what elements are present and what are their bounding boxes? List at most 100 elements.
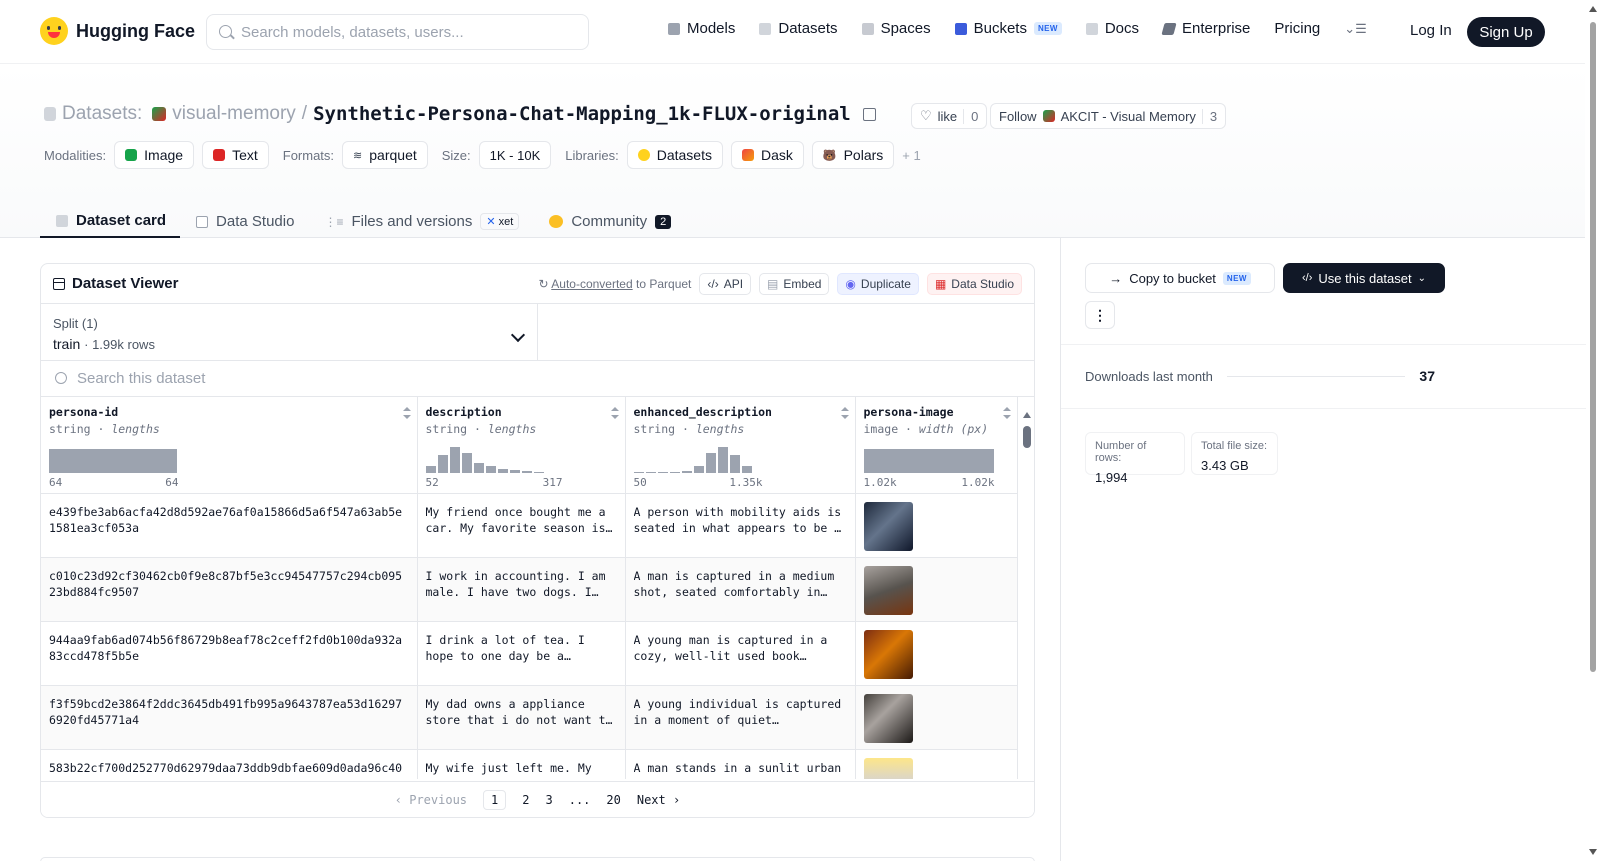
next-page-button[interactable]: Next › [637, 793, 680, 807]
follow-org-button[interactable]: Follow AKCIT - Visual Memory 3 [990, 103, 1227, 129]
scrollbar-thumb[interactable] [1023, 426, 1031, 448]
sort-icon[interactable] [610, 407, 619, 419]
cell-enhanced-description[interactable]: A man is captured in a medium shot, seat… [625, 557, 856, 622]
tag-image[interactable]: Image [114, 141, 195, 169]
data-studio-button[interactable]: ▦ Data Studio [926, 272, 1022, 295]
page-20-button[interactable]: 20 [606, 793, 620, 807]
cell-persona-image[interactable] [855, 557, 1018, 622]
tag-polars[interactable]: 🐻 Polars [811, 141, 895, 169]
modalities-label: Modalities: [44, 147, 107, 163]
cell-description[interactable]: I work in accounting. I am male. I have … [417, 557, 626, 622]
repo-name[interactable]: Synthetic-Persona-Chat-Mapping_1k-FLUX-o… [313, 103, 851, 125]
column-header-persona-id[interactable]: persona-id string · lengths 64 64 [41, 397, 418, 494]
page-1-button[interactable]: 1 [483, 789, 507, 810]
persona-image-thumbnail[interactable] [863, 757, 913, 779]
tag-datasets-lib[interactable]: Datasets [626, 141, 723, 169]
column-header-description[interactable]: description string · lengths 52 317 [417, 397, 626, 494]
copy-icon[interactable] [862, 107, 876, 121]
datasets-icon [759, 22, 772, 35]
scroll-down-icon[interactable] [1589, 849, 1597, 855]
sort-icon[interactable] [402, 407, 411, 419]
cell-enhanced-description[interactable]: A young man is captured in a cozy, well-… [625, 621, 856, 686]
like-button[interactable]: ♡ like 0 [911, 103, 988, 129]
nav-docs[interactable]: Docs [1085, 20, 1139, 37]
cell-persona-image[interactable] [855, 493, 1018, 558]
nav-more-menu[interactable]: ⌄☰ [1344, 21, 1367, 37]
cell-persona-id[interactable]: f3f59bcd2e3864f2ddc3645db491fb995a964378… [41, 685, 418, 750]
viewer-title: Dataset Viewer [53, 275, 178, 292]
nav-models[interactable]: Models [668, 20, 735, 37]
copy-to-bucket-button[interactable]: → Copy to bucket NEW [1085, 263, 1275, 293]
cell-persona-image[interactable] [855, 621, 1018, 686]
cell-persona-id[interactable]: e439fbe3ab6acfa42d8d592ae76af0a15866d5a6… [41, 493, 418, 558]
datasets-label[interactable]: Datasets: [62, 103, 142, 125]
data-table-wrapper: persona-id string · lengths 64 64 descrip… [41, 397, 1034, 779]
global-search-input[interactable]: Search models, datasets, users... [206, 14, 589, 50]
table-row[interactable]: 944aa9fab6ad074b56f86729b8eaf78c2ceff2fd… [41, 621, 1018, 686]
nav-spaces[interactable]: Spaces [861, 20, 931, 37]
previous-page-button[interactable]: ‹ Previous [395, 793, 467, 807]
org-name[interactable]: visual-memory [172, 103, 296, 125]
scrollbar-thumb[interactable] [1590, 22, 1596, 672]
tag-text[interactable]: Text [202, 141, 269, 169]
cell-enhanced-description[interactable]: A man stands in a sunlit urban [625, 749, 856, 779]
cell-persona-image[interactable] [855, 749, 1018, 779]
more-libraries[interactable]: + 1 [902, 148, 920, 163]
cell-persona-id[interactable]: 944aa9fab6ad074b56f86729b8eaf78c2ceff2fd… [41, 621, 418, 686]
duplicate-button[interactable]: ◉ Duplicate [837, 272, 919, 295]
tag-dask[interactable]: Dask [730, 141, 804, 169]
cell-persona-id[interactable]: 583b22cf700d252770d62979daa73ddb9dbfae60… [41, 749, 418, 779]
tab-community[interactable]: Community 2 [533, 196, 685, 238]
dataset-search-input[interactable]: Search this dataset [41, 361, 1034, 397]
tab-files-versions[interactable]: ⋮≡ Files and versions ✕ xet [308, 196, 533, 238]
signup-button[interactable]: Sign Up [1467, 17, 1545, 47]
scroll-up-icon[interactable] [1023, 412, 1031, 418]
cell-description[interactable]: My wife just left me. My [417, 749, 626, 779]
cell-description[interactable]: My friend once bought me a car. My favor… [417, 493, 626, 558]
embed-button[interactable]: ▤ Embed [759, 272, 830, 295]
cell-persona-id[interactable]: c010c23d92cf30462cb0f9e8c87bf5e3cc945477… [41, 557, 418, 622]
sort-icon[interactable] [840, 407, 849, 419]
page-ellipsis: ... [568, 792, 591, 807]
more-options-button[interactable]: ⋮ [1085, 301, 1115, 329]
auto-converted-link[interactable]: Auto-converted [551, 277, 632, 291]
persona-image-thumbnail[interactable] [863, 565, 913, 615]
tag-size[interactable]: 1K - 10K [478, 141, 552, 169]
tab-dataset-card[interactable]: Dataset card [40, 196, 181, 238]
cell-enhanced-description[interactable]: A young individual is captured in a mome… [625, 685, 856, 750]
code-icon: ‹/› [707, 276, 719, 291]
api-button[interactable]: ‹/› API [699, 272, 752, 295]
nav-buckets[interactable]: Buckets NEW [954, 20, 1062, 37]
table-row[interactable]: 583b22cf700d252770d62979daa73ddb9dbfae60… [41, 749, 1018, 779]
page-3-button[interactable]: 3 [545, 793, 552, 807]
page-2-button[interactable]: 2 [522, 793, 529, 807]
tag-parquet[interactable]: ≋ parquet [342, 141, 428, 169]
cell-persona-image[interactable] [855, 685, 1018, 750]
histogram-bar [657, 471, 668, 473]
brand-logo[interactable]: Hugging Face [40, 17, 195, 45]
tab-data-studio[interactable]: Data Studio [180, 196, 308, 238]
cell-description[interactable]: I drink a lot of tea. I hope to one day … [417, 621, 626, 686]
nav-pricing[interactable]: Pricing [1274, 20, 1320, 37]
code-icon: ‹/› [1302, 272, 1313, 284]
persona-image-thumbnail[interactable] [863, 693, 913, 743]
login-link[interactable]: Log In [1410, 22, 1452, 39]
persona-image-thumbnail[interactable] [863, 629, 913, 679]
nav-enterprise[interactable]: Enterprise [1161, 20, 1250, 37]
column-header-enhanced-description[interactable]: enhanced_description string · lengths 50… [625, 397, 856, 494]
column-header-persona-image[interactable]: persona-image image · width (px) 1.02k 1.… [855, 397, 1018, 494]
persona-image-thumbnail[interactable] [863, 501, 913, 551]
scroll-up-icon[interactable] [1589, 6, 1597, 12]
table-row[interactable]: e439fbe3ab6acfa42d8d592ae76af0a15866d5a6… [41, 493, 1018, 558]
cell-description[interactable]: My dad owns a appliance store that i do … [417, 685, 626, 750]
page-scrollbar[interactable] [1588, 0, 1600, 861]
split-selector[interactable]: Split (1) train · 1.99k rows [41, 304, 538, 360]
use-this-dataset-button[interactable]: ‹/› Use this dataset ⌄ [1283, 263, 1445, 293]
sort-icon[interactable] [1002, 407, 1011, 419]
table-row[interactable]: f3f59bcd2e3864f2ddc3645db491fb995a964378… [41, 685, 1018, 750]
column-histogram [633, 445, 752, 473]
nav-datasets[interactable]: Datasets [759, 20, 838, 37]
table-scrollbar[interactable] [1022, 412, 1032, 792]
cell-enhanced-description[interactable]: A person with mobility aids is seated in… [625, 493, 856, 558]
table-row[interactable]: c010c23d92cf30462cb0f9e8c87bf5e3cc945477… [41, 557, 1018, 622]
